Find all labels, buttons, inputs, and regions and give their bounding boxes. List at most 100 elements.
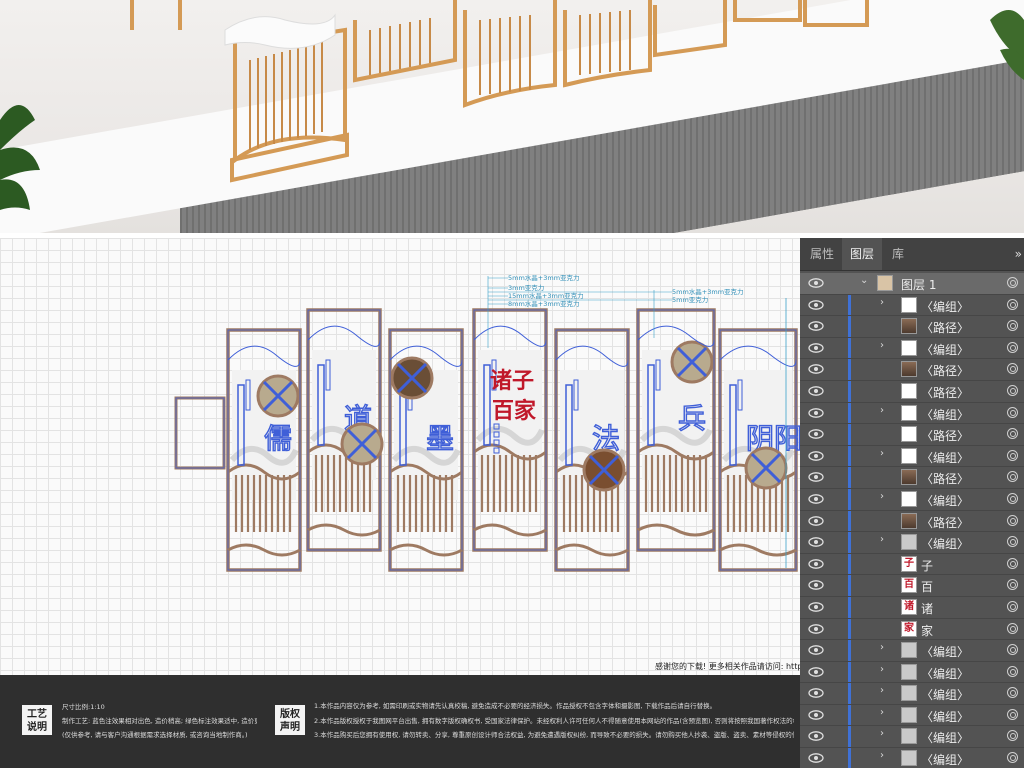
layer-row[interactable]: › 〈编组〉: [800, 704, 1024, 727]
layer-row-top[interactable]: ⌄ 图层 1: [800, 273, 1024, 295]
layer-name[interactable]: 〈路径〉: [921, 470, 969, 487]
layer-row[interactable]: 〈路径〉: [800, 316, 1024, 338]
target-icon[interactable]: [1007, 622, 1018, 634]
eye-icon[interactable]: [808, 600, 824, 614]
layer-row[interactable]: 〈路径〉: [800, 380, 1024, 403]
chevron-right-icon[interactable]: ›: [880, 728, 884, 739]
layer-name[interactable]: 诸: [921, 600, 933, 617]
layer-row[interactable]: › 〈编组〉: [800, 532, 1024, 554]
eye-icon[interactable]: [808, 406, 824, 420]
chevron-right-icon[interactable]: ›: [880, 750, 884, 761]
layer-row[interactable]: › 〈编组〉: [800, 640, 1024, 662]
target-icon[interactable]: [1007, 687, 1018, 699]
target-icon[interactable]: [1007, 665, 1018, 677]
layer-row[interactable]: 〈路径〉: [800, 467, 1024, 489]
eye-icon[interactable]: [808, 729, 824, 743]
target-icon[interactable]: [1007, 320, 1018, 332]
target-icon[interactable]: [1007, 579, 1018, 591]
target-icon[interactable]: [1007, 514, 1018, 526]
tab-layers[interactable]: 图层: [842, 238, 883, 270]
chevron-right-icon[interactable]: ›: [880, 405, 884, 416]
eye-icon[interactable]: [808, 427, 824, 441]
eye-icon[interactable]: [808, 686, 824, 700]
eye-icon[interactable]: [808, 535, 824, 549]
layer-row[interactable]: › 〈编组〉: [800, 402, 1024, 425]
eye-icon[interactable]: [808, 492, 824, 506]
layer-name[interactable]: 〈编组〉: [921, 751, 969, 768]
layer-name[interactable]: 〈编组〉: [921, 686, 969, 703]
target-icon[interactable]: [1007, 492, 1018, 504]
layer-row[interactable]: 〈路径〉: [800, 424, 1024, 446]
chevron-down-icon[interactable]: ⌄: [860, 275, 868, 286]
layer-row[interactable]: › 〈编组〉: [800, 748, 1024, 768]
layer-name[interactable]: 〈路径〉: [921, 384, 969, 401]
eye-icon[interactable]: [808, 751, 824, 765]
layer-row[interactable]: 子子: [800, 553, 1024, 576]
eye-icon[interactable]: [808, 449, 824, 463]
layer-name[interactable]: 〈路径〉: [921, 362, 969, 379]
chevron-right-icon[interactable]: ›: [880, 642, 884, 653]
target-icon[interactable]: [1007, 536, 1018, 548]
eye-icon[interactable]: [808, 578, 824, 592]
target-icon[interactable]: [1007, 730, 1018, 742]
target-icon[interactable]: [1007, 277, 1018, 288]
target-icon[interactable]: [1007, 708, 1018, 720]
chevron-right-icon[interactable]: ›: [880, 448, 884, 459]
layer-name[interactable]: 图层 1: [901, 276, 936, 293]
target-icon[interactable]: [1007, 557, 1018, 569]
tab-library[interactable]: 库: [884, 238, 912, 270]
chevron-right-icon[interactable]: ›: [880, 297, 884, 308]
eye-icon[interactable]: [808, 276, 824, 290]
layer-row[interactable]: 诸诸: [800, 596, 1024, 619]
layer-name[interactable]: 〈编组〉: [921, 643, 969, 660]
chevron-right-icon[interactable]: ›: [880, 340, 884, 351]
layer-name[interactable]: 百: [921, 578, 933, 595]
layer-name[interactable]: 〈编组〉: [921, 729, 969, 746]
eye-icon[interactable]: [808, 362, 824, 376]
target-icon[interactable]: [1007, 406, 1018, 418]
layer-row[interactable]: › 〈编组〉: [800, 683, 1024, 705]
target-icon[interactable]: [1007, 363, 1018, 375]
layer-name[interactable]: 〈编组〉: [921, 535, 969, 552]
target-icon[interactable]: [1007, 600, 1018, 612]
eye-icon[interactable]: [808, 384, 824, 398]
layer-name[interactable]: 〈路径〉: [921, 427, 969, 444]
target-icon[interactable]: [1007, 428, 1018, 440]
layer-row[interactable]: 〈路径〉: [800, 359, 1024, 381]
chevron-right-icon[interactable]: ›: [880, 685, 884, 696]
eye-icon[interactable]: [808, 708, 824, 722]
layer-name[interactable]: 〈编组〉: [921, 708, 969, 725]
eye-icon[interactable]: [808, 470, 824, 484]
layer-row[interactable]: › 〈编组〉: [800, 445, 1024, 468]
panel-menu-icon[interactable]: »: [1015, 238, 1022, 270]
target-icon[interactable]: [1007, 298, 1018, 310]
chevron-right-icon[interactable]: ›: [880, 707, 884, 718]
layer-row[interactable]: › 〈编组〉: [800, 337, 1024, 360]
chevron-right-icon[interactable]: ›: [880, 664, 884, 675]
eye-icon[interactable]: [808, 319, 824, 333]
layer-name[interactable]: 〈编组〉: [921, 406, 969, 423]
design-canvas[interactable]: 儒道墨法兵阴阳 诸子 百家 5mm水晶+3mm亚克力 3mm亚克力 15mm水晶+3mm亚…: [0, 238, 800, 675]
layer-row[interactable]: › 〈编组〉: [800, 488, 1024, 511]
chevron-right-icon[interactable]: ›: [880, 534, 884, 545]
layer-row[interactable]: › 〈编组〉: [800, 726, 1024, 749]
target-icon[interactable]: [1007, 752, 1018, 764]
layer-name[interactable]: 〈路径〉: [921, 514, 969, 531]
layer-row[interactable]: 百百: [800, 575, 1024, 597]
target-icon[interactable]: [1007, 341, 1018, 353]
layer-name[interactable]: 家: [921, 622, 933, 639]
eye-icon[interactable]: [808, 643, 824, 657]
target-icon[interactable]: [1007, 384, 1018, 396]
layer-name[interactable]: 〈编组〉: [921, 341, 969, 358]
layer-name[interactable]: 〈编组〉: [921, 449, 969, 466]
layer-row[interactable]: › 〈编组〉: [800, 661, 1024, 684]
eye-icon[interactable]: [808, 557, 824, 571]
eye-icon[interactable]: [808, 341, 824, 355]
layer-name[interactable]: 〈路径〉: [921, 319, 969, 336]
layer-row[interactable]: › 〈编组〉: [800, 294, 1024, 317]
eye-icon[interactable]: [808, 665, 824, 679]
layer-name[interactable]: 〈编组〉: [921, 298, 969, 315]
layer-name[interactable]: 〈编组〉: [921, 492, 969, 509]
layer-name[interactable]: 〈编组〉: [921, 665, 969, 682]
tab-properties[interactable]: 属性: [802, 238, 842, 270]
